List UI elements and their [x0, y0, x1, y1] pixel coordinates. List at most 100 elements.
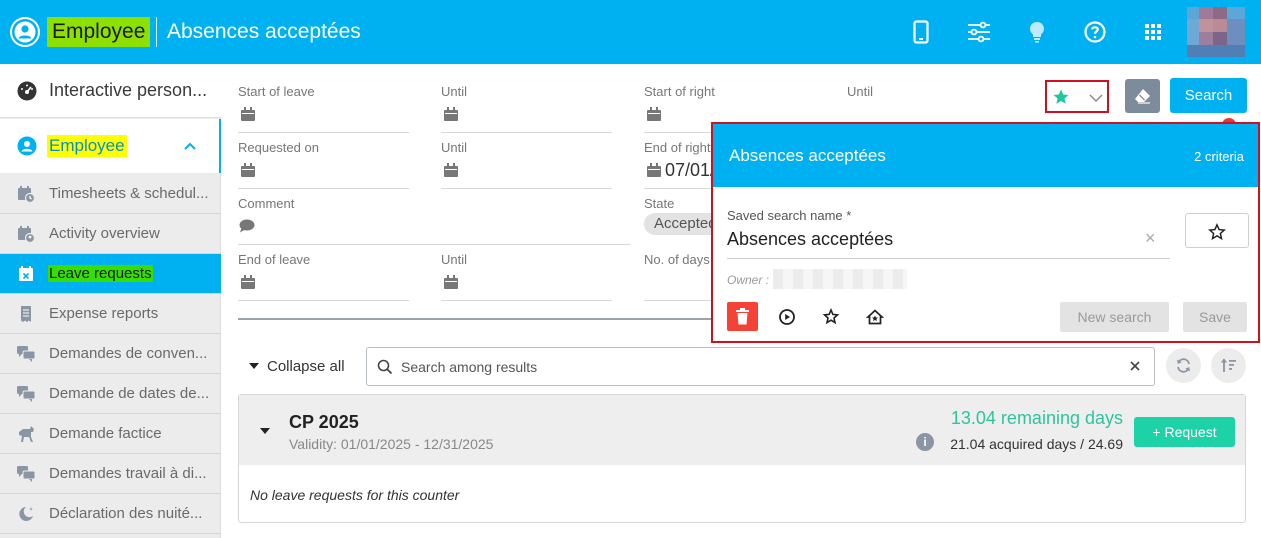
sidebar-item-label: Interactive person...	[49, 80, 208, 100]
sidebar-item-label: Demande de dates de...	[49, 385, 210, 402]
sidebar: Interactive person... Employee Timesheet…	[0, 64, 221, 538]
start-of-right-field[interactable]	[644, 132, 712, 133]
caret-down-icon	[249, 363, 259, 369]
no-of-days-field[interactable]	[644, 300, 712, 301]
counter-header[interactable]: CP 2025 Validity: 01/01/2025 - 12/31/202…	[239, 395, 1245, 465]
sidebar-item-activity-overview[interactable]: Activity overview	[0, 214, 221, 254]
eraser-icon	[1134, 88, 1151, 104]
star-outline-icon[interactable]	[819, 305, 843, 329]
end-of-leave-field[interactable]	[238, 300, 409, 301]
sort-icon	[1220, 357, 1237, 374]
dashboard-gauge-icon	[17, 81, 37, 101]
remaining-days: 13.04 remaining days	[950, 408, 1123, 428]
apps-grid-icon[interactable]	[1141, 20, 1165, 44]
comment-field[interactable]	[238, 244, 630, 245]
until-field[interactable]	[441, 188, 612, 189]
user-circle-icon[interactable]	[10, 17, 40, 47]
sidebar-item-interactive-person[interactable]: Interactive person...	[0, 64, 221, 118]
sidebar-section-employee[interactable]: Employee	[0, 119, 221, 173]
sidebar-item-label: Déclaration des nuité...	[49, 505, 203, 522]
play-circle-icon[interactable]	[775, 305, 799, 329]
sidebar-item-demande-factice[interactable]: Demande factice	[0, 414, 221, 454]
calendar-x-icon	[17, 265, 35, 283]
calendar-icon[interactable]	[444, 163, 458, 177]
results-search-box[interactable]	[366, 347, 1155, 386]
name-underline	[727, 258, 1170, 259]
sidebar-item-label: Demandes de conven...	[49, 345, 208, 362]
sort-button[interactable]	[1211, 348, 1246, 383]
start-of-leave-field[interactable]	[238, 132, 409, 133]
sidebar-item-declaration-nuitees[interactable]: Déclaration des nuité...	[0, 494, 221, 534]
sidebar-item-demandes-conven[interactable]: Demandes de conven...	[0, 334, 221, 374]
trash-icon	[735, 308, 750, 325]
user-circle-icon	[17, 136, 37, 156]
filter-divider	[238, 318, 713, 320]
clear-name-icon[interactable]: ×	[1145, 228, 1156, 249]
saved-search-select[interactable]	[1045, 80, 1109, 113]
calendar-icon[interactable]	[647, 163, 661, 177]
end-of-right-field[interactable]	[644, 188, 712, 189]
top-bar: Employee Absences acceptées	[0, 0, 1261, 64]
settings-sliders-icon[interactable]	[967, 20, 991, 44]
no-of-days-label: No. of days	[644, 252, 710, 267]
until-field[interactable]	[441, 132, 612, 133]
calendar-icon[interactable]	[241, 107, 255, 121]
sidebar-item-demande-dates[interactable]: Demande de dates de...	[0, 374, 221, 414]
saved-search-popup: Absences acceptées 2 criteria Saved sear…	[711, 122, 1260, 343]
mobile-icon[interactable]	[909, 20, 933, 44]
calendar-icon[interactable]	[647, 107, 661, 121]
star-outline-icon	[1208, 223, 1226, 241]
chat-icon	[17, 465, 36, 483]
title-separator	[156, 17, 157, 47]
results-search-input[interactable]	[401, 356, 1101, 378]
until-field[interactable]	[441, 300, 612, 301]
calendar-icon[interactable]	[241, 275, 255, 289]
counter-name: CP 2025	[289, 412, 359, 432]
comment-label: Comment	[238, 196, 295, 211]
new-search-button[interactable]: New search	[1060, 302, 1169, 332]
collapse-all-toggle[interactable]: Collapse all	[249, 358, 345, 375]
end-of-leave-label: End of leave	[238, 252, 311, 267]
sidebar-item-leave-requests[interactable]: Leave requests	[0, 254, 221, 294]
clear-filters-button[interactable]	[1125, 79, 1160, 113]
end-of-right-label: End of right	[644, 140, 711, 155]
favorite-button[interactable]	[1185, 213, 1249, 248]
sidebar-item-label: Demandes travail à di...	[49, 465, 207, 482]
calendar-user-icon	[17, 225, 36, 244]
collapse-all-label: Collapse all	[267, 358, 345, 375]
state-label: State	[644, 196, 675, 211]
user-avatar[interactable]	[1187, 7, 1245, 57]
refresh-icon	[1175, 357, 1192, 374]
sidebar-item-label: Timesheets & schedul...	[49, 185, 209, 202]
calendar-icon[interactable]	[444, 107, 458, 121]
popup-title: Absences acceptées	[729, 146, 886, 165]
help-icon[interactable]	[1083, 20, 1107, 44]
info-icon[interactable]: i	[916, 433, 934, 451]
caret-down-icon[interactable]	[260, 428, 270, 434]
delete-button[interactable]	[727, 302, 758, 331]
sidebar-section-label: Employee	[47, 135, 127, 157]
chat-icon	[17, 385, 36, 403]
moon-icon	[17, 505, 35, 523]
search-button[interactable]: Search	[1170, 78, 1247, 113]
chevron-up-icon[interactable]	[183, 139, 197, 153]
until-label: Until	[441, 140, 468, 155]
end-of-right-value[interactable]: 07/01/	[665, 160, 715, 181]
request-button[interactable]: + Request	[1134, 417, 1235, 447]
calendar-icon[interactable]	[241, 163, 255, 177]
sidebar-item-timesheets[interactable]: Timesheets & schedul...	[0, 174, 221, 214]
chevron-down-icon	[1088, 91, 1104, 105]
sidebar-item-demandes-travail[interactable]: Demandes travail à di...	[0, 454, 221, 494]
sidebar-item-label: Demande factice	[49, 425, 162, 442]
clear-search-icon[interactable]	[1128, 359, 1142, 373]
refresh-button[interactable]	[1166, 348, 1201, 383]
calendar-icon[interactable]	[444, 275, 458, 289]
saved-search-name-input[interactable]: Absences acceptées	[727, 229, 893, 250]
save-button[interactable]: Save	[1183, 302, 1247, 332]
requested-on-field[interactable]	[238, 188, 409, 189]
app-title[interactable]: Employee	[47, 17, 151, 47]
lightbulb-icon[interactable]	[1025, 20, 1049, 44]
home-star-icon[interactable]	[863, 305, 887, 329]
sidebar-item-expense-reports[interactable]: Expense reports	[0, 294, 221, 334]
owner-redacted	[773, 269, 907, 289]
